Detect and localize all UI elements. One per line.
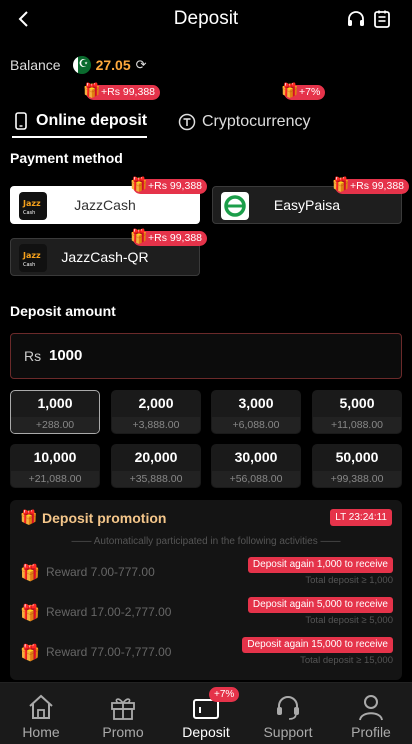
tab-label: Cryptocurrency <box>202 113 311 130</box>
reward-row: 🎁 Reward 17.00-2,777.00 Deposit again 5,… <box>10 597 402 631</box>
header: Deposit <box>0 0 412 40</box>
nav-label: Support <box>263 724 313 740</box>
amount-option[interactable]: 50,000 +99,388.00 <box>312 444 402 488</box>
gift-icon: 🎁 <box>20 565 40 582</box>
amount-option[interactable]: 2,000 +3,888.00 <box>111 390 201 434</box>
reward-label: Reward 7.00-777.00 <box>46 565 155 579</box>
method-badge: 🎁 +Rs 99,388 <box>130 228 207 246</box>
amount-bonus: +56,088.00 <box>212 471 300 487</box>
payment-method-title: Payment method <box>10 150 123 166</box>
amount-option[interactable]: 1,000 +288.00 <box>10 390 100 434</box>
method-badge: 🎁 +Rs 99,388 <box>332 176 409 194</box>
currency-prefix: Rs <box>24 348 42 364</box>
amount-value: 20,000 <box>134 449 178 465</box>
nav-profile[interactable]: Profile <box>330 683 412 744</box>
amount-option[interactable]: 20,000 +35,888.00 <box>111 444 201 488</box>
gift-icon: 🎁 <box>130 228 148 244</box>
method-badge: 🎁 +Rs 99,388 <box>130 176 207 194</box>
amount-bonus: +6,088.00 <box>212 417 300 433</box>
tab-crypto-badge: 🎁 +7% <box>281 82 326 100</box>
promotion-subtitle: —— Automatically participated in the fol… <box>71 536 341 547</box>
gift-icon: 🎁 <box>332 176 350 192</box>
amount-value: 5,000 <box>339 395 375 411</box>
amount-value: 30,000 <box>234 449 278 465</box>
reward-total: Total deposit ≥ 15,000 <box>300 655 393 666</box>
deposit-amount-title: Deposit amount <box>10 303 116 319</box>
refresh-icon[interactable]: ⟳ <box>136 57 147 73</box>
amount-value: 1,000 <box>37 395 73 411</box>
balance-label: Balance <box>10 57 61 73</box>
amount-value: 3,000 <box>238 395 274 411</box>
amount-value: 2,000 <box>138 395 174 411</box>
gift-icon: 🎁 <box>20 645 40 662</box>
amount-bonus: +288.00 <box>11 417 99 433</box>
deposit-promotion-card: 🎁 Deposit promotion LT 23:24:11 —— Autom… <box>10 500 402 680</box>
amount-bonus: +99,388.00 <box>313 471 401 487</box>
nav-promo[interactable]: Promo <box>82 683 164 744</box>
amount-bonus: +35,888.00 <box>112 471 200 487</box>
deposit-tabs: Online deposit Cryptocurrency <box>10 106 402 140</box>
nav-label: Deposit <box>182 724 230 740</box>
reward-total: Total deposit ≥ 1,000 <box>305 575 393 586</box>
gift-icon: 🎁 <box>281 82 299 98</box>
gift-icon: 🎁 <box>20 509 38 525</box>
method-name: EasyPaisa <box>273 197 341 213</box>
amount-option[interactable]: 5,000 +11,088.00 <box>312 390 402 434</box>
gift-icon: 🎁 <box>20 605 40 622</box>
tab-online-deposit[interactable]: Online deposit <box>12 106 148 138</box>
amount-option[interactable]: 10,000 +21,088.00 <box>10 444 100 488</box>
nav-label: Home <box>22 724 60 740</box>
nav-deposit[interactable]: +7% Deposit <box>165 683 247 744</box>
amount-option[interactable]: 3,000 +6,088.00 <box>211 390 301 434</box>
gift-icon: 🎁 <box>83 82 101 98</box>
profile-icon <box>359 695 383 721</box>
home-icon <box>29 694 53 719</box>
reward-label: Reward 17.00-2,777.00 <box>46 605 172 619</box>
tab-cryptocurrency[interactable]: Cryptocurrency <box>178 106 310 138</box>
record-list-icon[interactable] <box>372 9 392 29</box>
nav-deposit-badge: +7% <box>209 687 240 702</box>
reward-row: 🎁 Reward 7.00-777.00 Deposit again 1,000… <box>10 557 402 591</box>
amount-value: 10,000 <box>33 449 77 465</box>
amount-bonus: +11,088.00 <box>313 417 401 433</box>
nav-home[interactable]: Home <box>0 683 82 744</box>
headset-icon[interactable] <box>346 9 366 29</box>
nav-label: Promo <box>102 724 144 740</box>
promotion-timer: LT 23:24:11 <box>330 509 392 526</box>
amount-option[interactable]: 30,000 +56,088.00 <box>211 444 301 488</box>
amount-input[interactable] <box>49 347 249 364</box>
nav-label: Profile <box>351 724 391 740</box>
method-name: JazzCash-QR <box>61 249 149 265</box>
promotion-title: Deposit promotion <box>42 510 167 526</box>
pakistan-flag-icon <box>72 56 91 74</box>
deposit-again-button[interactable]: Deposit again 1,000 to receive <box>247 557 393 573</box>
gift-box-icon <box>111 698 135 720</box>
nav-support[interactable]: Support <box>247 683 329 744</box>
amount-field[interactable]: Rs <box>10 333 402 379</box>
amount-bonus: +3,888.00 <box>112 417 200 433</box>
bottom-nav: Home Promo +7% Deposit Support Profile <box>0 682 412 744</box>
reward-row: 🎁 Reward 77.00-7,777.00 Deposit again 15… <box>10 637 402 671</box>
deposit-again-button[interactable]: Deposit again 5,000 to receive <box>247 597 393 613</box>
reward-label: Reward 77.00-7,777.00 <box>46 645 172 659</box>
phone-icon <box>15 112 27 130</box>
tab-label: Online deposit <box>36 112 148 129</box>
amount-bonus: +21,088.00 <box>11 471 99 487</box>
balance-amount: 27.05 <box>95 57 131 73</box>
amount-value: 50,000 <box>335 449 379 465</box>
reward-total: Total deposit ≥ 5,000 <box>305 615 393 626</box>
gift-icon: 🎁 <box>130 176 148 192</box>
method-name: JazzCash <box>74 197 136 213</box>
headset-icon <box>277 696 299 720</box>
balance-row: Balance 27.05 ⟳ <box>10 54 147 76</box>
deposit-again-button[interactable]: Deposit again 15,000 to receive <box>242 637 393 653</box>
tab-online-badge: 🎁 +Rs 99,388 <box>83 82 160 100</box>
tether-icon <box>178 113 196 131</box>
